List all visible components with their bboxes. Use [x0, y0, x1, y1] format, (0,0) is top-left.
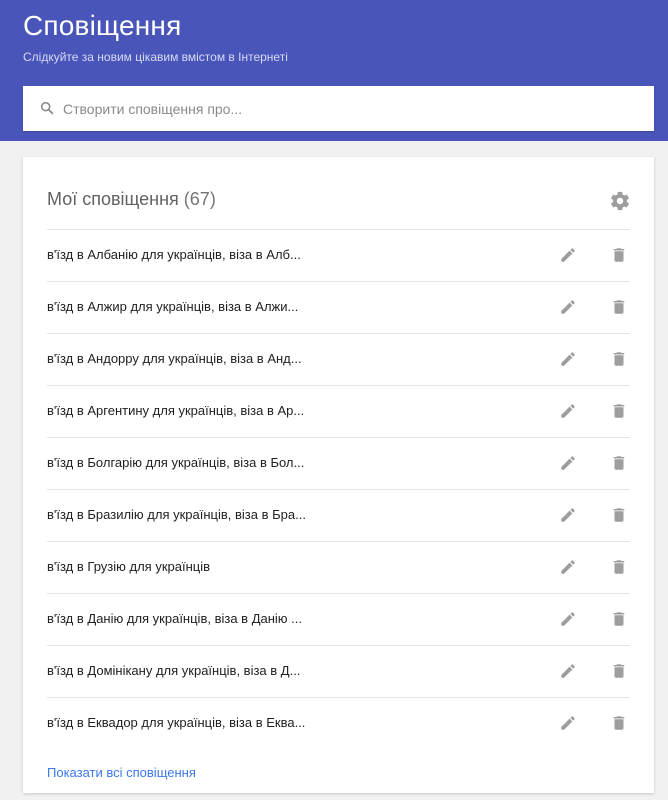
alerts-card: Мої сповіщення (67) в'їзд в Албанію для … — [23, 157, 654, 793]
trash-icon[interactable] — [610, 505, 628, 525]
list-item: в'їзд в Данію для українців, віза в Дані… — [47, 593, 630, 645]
list-item: в'їзд в Аргентину для українців, віза в … — [47, 385, 630, 437]
pencil-icon[interactable] — [559, 610, 577, 628]
pencil-icon[interactable] — [559, 246, 577, 264]
list-item: в'їзд в Албанію для українців, віза в Ал… — [47, 229, 630, 281]
alerts-count: (67) — [183, 189, 216, 209]
alert-label[interactable]: в'їзд в Бразилію для українців, віза в Б… — [47, 507, 306, 522]
search-box[interactable] — [23, 86, 654, 131]
trash-icon[interactable] — [610, 401, 628, 421]
page-title: Сповіщення — [23, 10, 182, 41]
pencil-icon[interactable] — [559, 714, 577, 732]
alert-label[interactable]: в'їзд в Андорру для українців, віза в Ан… — [47, 351, 302, 366]
alerts-title: Мої сповіщення — [47, 189, 179, 209]
pencil-icon[interactable] — [559, 558, 577, 576]
trash-icon[interactable] — [610, 609, 628, 629]
alert-label[interactable]: в'їзд в Домінікану для українців, віза в… — [47, 663, 300, 678]
trash-icon[interactable] — [610, 713, 628, 733]
pencil-icon[interactable] — [559, 662, 577, 680]
trash-icon[interactable] — [610, 297, 628, 317]
trash-icon[interactable] — [610, 349, 628, 369]
pencil-icon[interactable] — [559, 402, 577, 420]
trash-icon[interactable] — [610, 661, 628, 681]
trash-icon[interactable] — [610, 453, 628, 473]
list-item: в'їзд в Домінікану для українців, віза в… — [47, 645, 630, 697]
pencil-icon[interactable] — [559, 454, 577, 472]
pencil-icon[interactable] — [559, 350, 577, 368]
pencil-icon[interactable] — [559, 298, 577, 316]
list-item: в'їзд в Андорру для українців, віза в Ан… — [47, 333, 630, 385]
alert-label[interactable]: в'їзд в Аргентину для українців, віза в … — [47, 403, 304, 418]
app-header: Сповіщення Слідкуйте за новим цікавим вм… — [0, 0, 668, 141]
trash-icon[interactable] — [610, 557, 628, 577]
gear-icon[interactable] — [609, 190, 631, 212]
list-item: в'їзд в Грузію для українців — [47, 541, 630, 593]
alert-label[interactable]: в'їзд в Грузію для українців — [47, 559, 210, 574]
alert-label[interactable]: в'їзд в Данію для українців, віза в Дані… — [47, 611, 302, 626]
alert-label[interactable]: в'їзд в Еквадор для українців, віза в Ек… — [47, 715, 305, 730]
alert-label[interactable]: в'їзд в Алжир для українців, віза в Алжи… — [47, 299, 298, 314]
alert-label[interactable]: в'їзд в Болгарію для українців, віза в Б… — [47, 455, 304, 470]
alerts-heading: Мої сповіщення (67) — [47, 189, 216, 210]
list-item: в'їзд в Бразилію для українців, віза в Б… — [47, 489, 630, 541]
list-item: в'їзд в Алжир для українців, віза в Алжи… — [47, 281, 630, 333]
search-input[interactable] — [61, 86, 643, 131]
list-item: в'їзд в Болгарію для українців, віза в Б… — [47, 437, 630, 489]
page-subtitle: Слідкуйте за новим цікавим вмістом в Інт… — [23, 50, 288, 64]
show-all-alerts-link[interactable]: Показати всі сповіщення — [47, 765, 196, 780]
pencil-icon[interactable] — [559, 506, 577, 524]
search-icon — [40, 101, 54, 115]
alerts-list: в'їзд в Албанію для українців, віза в Ал… — [47, 229, 630, 749]
alert-label[interactable]: в'їзд в Албанію для українців, віза в Ал… — [47, 247, 301, 262]
trash-icon[interactable] — [610, 245, 628, 265]
list-item: в'їзд в Еквадор для українців, віза в Ек… — [47, 697, 630, 749]
